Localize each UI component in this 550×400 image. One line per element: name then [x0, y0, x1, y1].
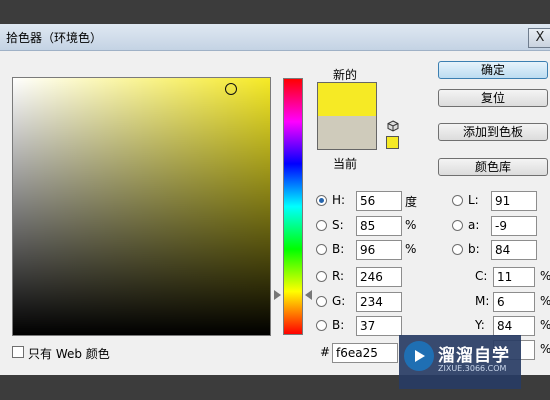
- new-color-swatch: [318, 83, 376, 116]
- k-unit: %: [540, 342, 550, 356]
- m-input[interactable]: 6: [493, 292, 535, 312]
- lab-b-label: b:: [468, 242, 480, 256]
- y-unit: %: [540, 318, 550, 332]
- lab-l-radio[interactable]: [452, 195, 463, 206]
- watermark-url: ZIXUE.3066.COM: [438, 364, 507, 373]
- c-unit: %: [540, 269, 550, 283]
- hue-slider-right-arrow-icon[interactable]: [305, 290, 312, 300]
- out-of-gamut-cube-icon[interactable]: [387, 120, 399, 132]
- c-input[interactable]: 11: [493, 267, 535, 287]
- s-unit: %: [405, 218, 417, 232]
- lab-a-input[interactable]: -9: [491, 216, 537, 236]
- m-unit: %: [540, 294, 550, 308]
- blue-input[interactable]: 37: [356, 316, 402, 336]
- hex-input[interactable]: f6ea25: [332, 343, 398, 363]
- brightness-label: B:: [332, 242, 345, 256]
- lab-l-label: L:: [468, 193, 479, 207]
- r-input[interactable]: 246: [356, 267, 402, 287]
- hue-slider-left-arrow-icon[interactable]: [274, 290, 281, 300]
- s-radio[interactable]: [316, 220, 327, 231]
- m-label: M:: [475, 294, 490, 308]
- y-input[interactable]: 84: [493, 316, 535, 336]
- brightness-input[interactable]: 96: [356, 240, 402, 260]
- watermark-logo-icon: [404, 341, 434, 371]
- s-label: S:: [332, 218, 344, 232]
- h-label: H:: [332, 193, 346, 207]
- g-label: G:: [332, 294, 346, 308]
- close-button[interactable]: X: [528, 28, 550, 48]
- y-label: Y:: [475, 318, 485, 332]
- lab-a-label: a:: [468, 218, 480, 232]
- lab-b-input[interactable]: 84: [491, 240, 537, 260]
- lab-l-input[interactable]: 91: [491, 191, 537, 211]
- g-radio[interactable]: [316, 296, 327, 307]
- lab-a-radio[interactable]: [452, 220, 463, 231]
- ok-button[interactable]: 确定: [438, 61, 548, 79]
- brightness-unit: %: [405, 242, 417, 256]
- g-input[interactable]: 234: [356, 292, 402, 312]
- hue-slider[interactable]: [283, 78, 303, 335]
- color-libraries-button[interactable]: 颜色库: [438, 158, 548, 176]
- h-unit: 度: [405, 195, 418, 209]
- web-safe-swatch[interactable]: [386, 136, 399, 149]
- s-input[interactable]: 85: [356, 216, 402, 236]
- web-colors-only-label: 只有 Web 颜色: [28, 347, 110, 361]
- dialog-title: 拾色器（环境色）: [6, 31, 103, 45]
- reset-button[interactable]: 复位: [438, 89, 548, 107]
- color-swatch: [317, 82, 377, 150]
- current-color-label: 当前: [333, 157, 358, 171]
- current-color-swatch[interactable]: [318, 116, 376, 149]
- new-color-label: 新的: [333, 68, 358, 82]
- color-field-picker-circle[interactable]: [225, 83, 237, 95]
- blue-radio[interactable]: [316, 320, 327, 331]
- brightness-radio[interactable]: [316, 244, 327, 255]
- blue-label: B:: [332, 318, 345, 332]
- c-label: C:: [475, 269, 488, 283]
- h-input[interactable]: 56: [356, 191, 402, 211]
- web-colors-only-checkbox[interactable]: [12, 346, 24, 358]
- r-radio[interactable]: [316, 271, 327, 282]
- r-label: R:: [332, 269, 345, 283]
- watermark-name: 溜溜自学: [438, 346, 510, 366]
- lab-b-radio[interactable]: [452, 244, 463, 255]
- add-to-swatches-button[interactable]: 添加到色板: [438, 123, 548, 141]
- h-radio[interactable]: [316, 195, 327, 206]
- color-field[interactable]: [13, 78, 270, 335]
- hex-label: #: [320, 345, 331, 359]
